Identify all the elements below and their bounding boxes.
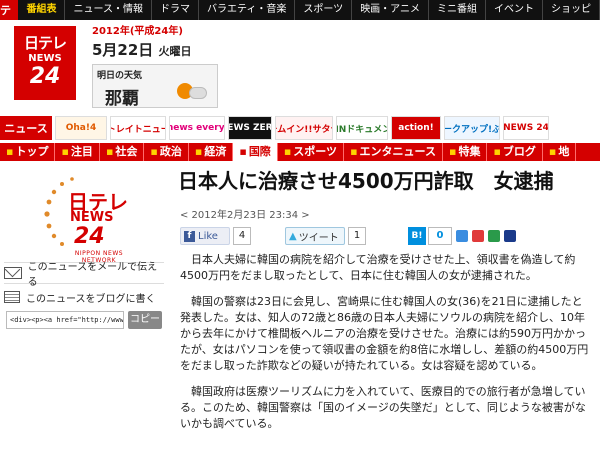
hatena-bookmark-button[interactable]: B! [408,227,426,245]
logo-text-24: 24 [29,64,61,89]
cat-sports[interactable]: スポーツ [278,143,345,161]
banner-news-every[interactable]: news every. [169,116,225,140]
cat-economy[interactable]: 経済 [189,143,234,161]
date-year: 2012年(平成24年) [92,26,183,37]
cat-top[interactable]: トップ [0,143,56,161]
blog-share-row[interactable]: このニュースをブログに書く [4,288,164,306]
cat-special[interactable]: 特集 [443,143,488,161]
mail-share-row[interactable]: このニュースをメールで伝える [4,262,164,288]
tweet-label: ツイート [298,232,339,244]
cloud-icon [189,87,207,99]
cat-international[interactable]: 国際 [233,143,278,161]
cat-blog[interactable]: ブログ [487,143,543,161]
weather-label: 明日の天気 [97,71,143,81]
cat-entertainment[interactable]: エンタニュース [344,143,443,161]
embed-code-field[interactable]: <div><p><a href="http://www.r [6,311,124,329]
cat-featured[interactable]: 注目 [55,143,100,161]
banner-news[interactable]: ニュース [0,116,52,140]
date-display: 2012年(平成24年) 5月22日 火曜日 [92,22,222,60]
tweet-button[interactable]: ▲ ツイート [285,227,345,245]
category-nav: トップ 注目 社会 政治 経済 国際 スポーツ エンタニュース 特集 ブログ 地 [0,143,600,161]
envelope-icon [4,267,22,279]
blog-icon [4,291,20,303]
tab-drama[interactable]: ドラマ [152,0,199,20]
logo-text-news: NEWS [28,53,62,64]
mail-share-link[interactable]: このニュースをメールで伝える [28,258,164,288]
cat-region[interactable]: 地 [543,143,577,161]
sidebar-logo-24: 24 [74,224,105,249]
banner-action[interactable]: action! [391,116,441,140]
date-main: 5月22日 火曜日 [92,39,222,60]
tab-sports[interactable]: スポーツ [295,0,353,20]
banner-news-zero[interactable]: NEWS ZERO [228,116,272,140]
delicious-icon[interactable] [504,230,516,242]
twitter-bird-icon: ▲ [289,230,297,242]
top-nav: 日テレ 番組表 ニュース・情報 ドラマ バラエティ・音楽 スポーツ 映画・アニメ… [0,0,600,33]
social-buttons: f Like 4 ▲ ツイート 1 B! 0 [180,226,516,246]
weather-widget[interactable]: 明日の天気 那覇 [92,64,218,109]
banner-zoomin[interactable]: ズームイン!!サタデー [275,116,333,140]
tweet-count: 1 [348,227,366,245]
banner-wakeup[interactable]: ウェークアップ!ぷらす [444,116,500,140]
facebook-like-label: Like [198,230,218,242]
livedoor-clip-icon[interactable] [488,230,500,242]
tab-variety-music[interactable]: バラエティ・音楽 [199,0,296,20]
cat-society[interactable]: 社会 [100,143,145,161]
banner-nnn-document[interactable]: NNNドキュメント [336,116,388,140]
sidebar-news24-logo: 日テレ NEWS 24 NIPPON NEWS NETWORK [40,174,140,264]
cat-politics[interactable]: 政治 [144,143,189,161]
article-paragraph: 韓国政府は医療ツーリズムに力を入れていて、医療目的での旅行者が急増している。この… [180,385,586,430]
google-bookmark-icon[interactable] [456,230,468,242]
tab-movie-anime[interactable]: 映画・アニメ [352,0,429,20]
facebook-like-count: 4 [233,227,251,245]
article-body: 日本人夫婦に韓国の病院を紹介して治療を受けさせた上、領収書を偽造して約4500万… [180,252,590,442]
sidebar-logo-news: NEWS [70,210,114,225]
banner-news24[interactable]: NEWS 24 [503,116,549,140]
tab-news-info[interactable]: ニュース・情報 [65,0,152,20]
article-datetime: < 2012年2月23日 23:34 > [180,210,310,221]
news24-logo[interactable]: 日テレ NEWS 24 [14,26,76,100]
logo-text-ntv: 日テレ [23,34,67,52]
blog-share-link[interactable]: このニュースをブログに書く [26,290,156,305]
copy-button[interactable]: コピー [128,311,162,329]
banner-straight-news[interactable]: ストレイトニュース [110,116,166,140]
ntv-logo[interactable]: 日テレ [0,0,19,33]
date-dow: 火曜日 [158,45,192,58]
article-paragraph: 日本人夫婦に韓国の病院を紹介して治療を受けさせた上、領収書を偽造して約4500万… [180,253,576,282]
tab-shopping[interactable]: ショッピ [543,0,600,20]
article: 日本人に治療させ4500万円詐取 女逮捕 < 2012年2月23日 23:34 … [178,168,592,474]
facebook-like-button[interactable]: f Like [180,227,230,245]
program-banners: ニュース Oha!4 ストレイトニュース news every. NEWS ZE… [0,114,600,142]
facebook-icon: f [184,230,195,242]
header: 日テレ NEWS 24 2012年(平成24年) 5月22日 火曜日 明日の天気… [0,20,600,112]
date-day: 5月22日 [92,41,154,59]
yahoo-bookmark-icon[interactable] [472,230,484,242]
article-title: 日本人に治療させ4500万円詐取 女逮捕 [178,169,554,193]
hatena-bookmark-count: 0 [428,227,452,245]
banner-oha4[interactable]: Oha!4 [55,116,107,140]
sidebar: 日テレ NEWS 24 NIPPON NEWS NETWORK このニュースをメ… [0,168,170,474]
tab-event[interactable]: イベント [486,0,543,20]
tab-mini[interactable]: ミニ番組 [429,0,486,20]
article-paragraph: 韓国の警察は23日に会見し、宮崎県に住む韓国人の女(36)を21日に逮捕したと発… [180,295,589,372]
tab-bangumihyo[interactable]: 番組表 [18,0,66,20]
